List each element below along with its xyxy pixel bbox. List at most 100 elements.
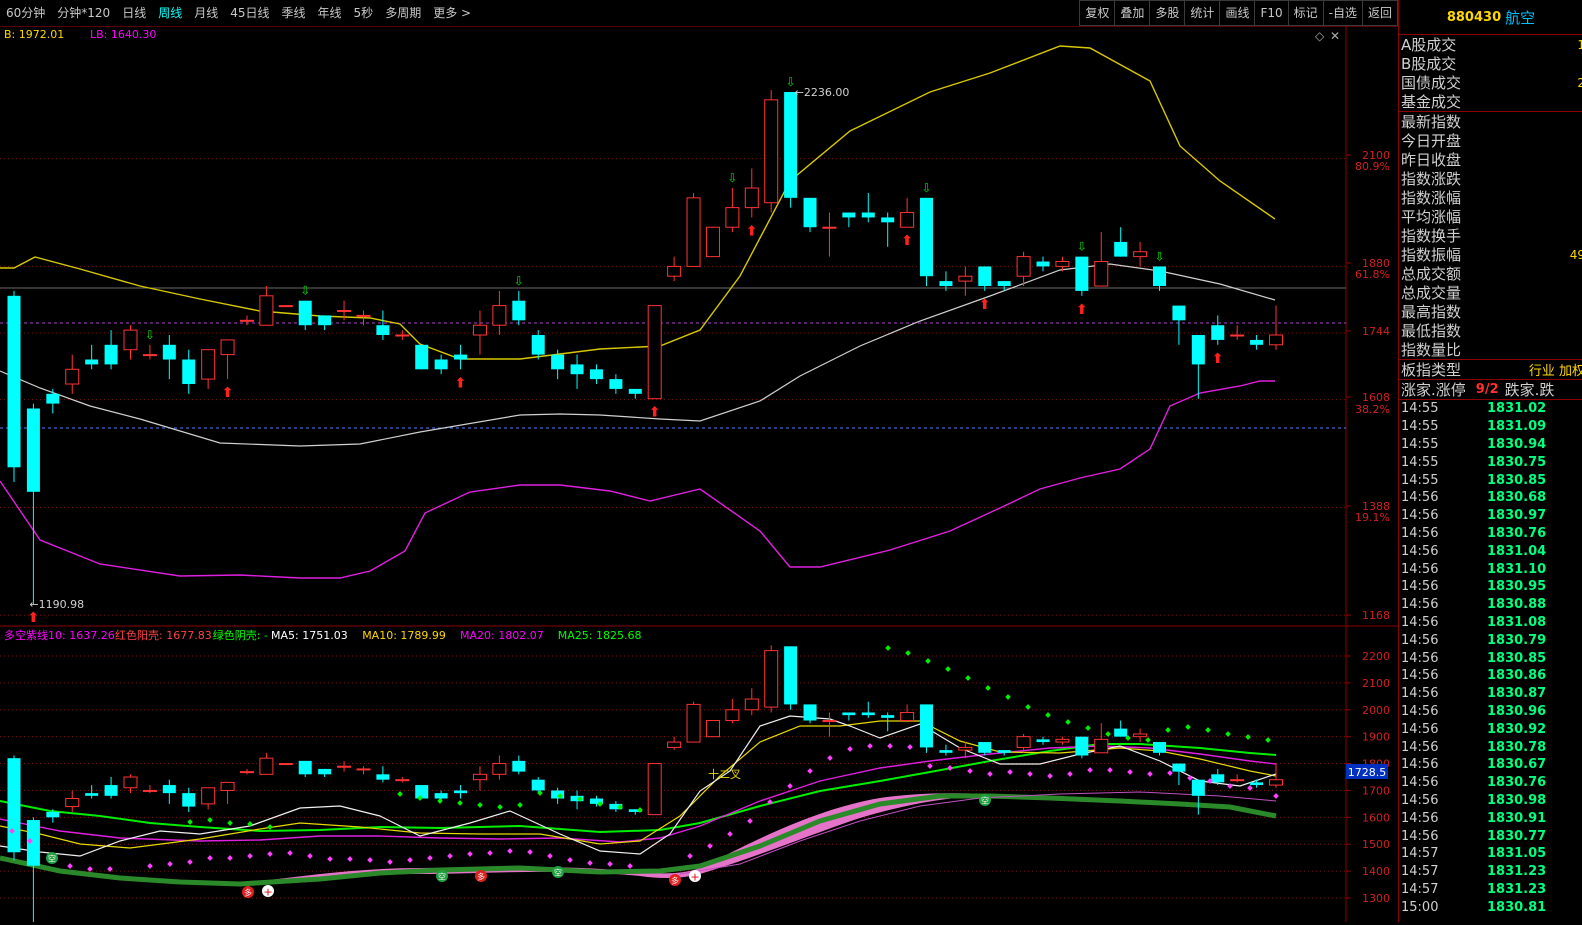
sub-legend-item: 多空紫线10: 1637.26: [4, 628, 115, 642]
kline-chart[interactable]: 21001880174416081388116880.9%61.8%38.2%1…: [0, 26, 1398, 925]
period-tab[interactable]: 5秒: [348, 0, 380, 26]
period-tab[interactable]: 更多 >: [427, 0, 477, 26]
period-tab[interactable]: 60分钟: [0, 0, 51, 26]
short-marker-icon-glyph: 空: [981, 796, 989, 806]
stat-row: 总成交量: [1399, 283, 1582, 302]
tick-time: 14:56: [1401, 828, 1439, 844]
sar-dot: [1047, 773, 1053, 779]
tick-price: 1830.77: [1487, 828, 1547, 844]
sub-candle-body: [939, 750, 953, 753]
tool-button[interactable]: 复权: [1079, 0, 1116, 26]
sub-axis-label: 2200: [1362, 650, 1390, 663]
sar-dot: [437, 798, 443, 804]
sub-candle-body: [667, 741, 682, 748]
price-axis-label: 1168: [1362, 609, 1390, 622]
tool-button[interactable]: 标记: [1287, 0, 1324, 26]
middle-band: [0, 263, 1276, 447]
tick-row: 14:55 1831.02: [1399, 400, 1582, 418]
buy-arrow-icon: ⬆: [649, 405, 661, 421]
tick-row: 14:56 1830.67: [1399, 756, 1582, 774]
candle-body: [744, 187, 759, 209]
sar-dot: [567, 857, 573, 863]
period-tab[interactable]: 多周期: [379, 0, 427, 26]
candle-body: [492, 305, 507, 326]
buy-arrow-icon: ⬆: [222, 385, 234, 401]
sub-axis-label: 1400: [1362, 865, 1390, 878]
candle-body: [939, 281, 953, 287]
sidebar-header[interactable]: 880430 航空: [1399, 0, 1582, 35]
candle-body: [1094, 261, 1109, 287]
tool-button[interactable]: 返回: [1361, 0, 1398, 26]
sub-candle-body: [531, 779, 545, 791]
candle-body: [920, 197, 934, 277]
long-marker-icon-glyph: 多: [244, 888, 252, 898]
tick-price: 1830.85: [1487, 472, 1547, 488]
candle-body: [822, 226, 837, 229]
stat-row: 总成交额: [1399, 264, 1582, 283]
tick-price: 1830.81: [1487, 899, 1547, 915]
stat-row: 指数换手: [1399, 226, 1582, 245]
tick-list[interactable]: 14:55 1831.02 14:55 1831.09 14:55 1830.94 14:5…: [1399, 400, 1582, 916]
chart-area[interactable]: 2100 1880 1744 1608 1388 1168 80.9% 61.8% 38.2% 1…: [0, 26, 1398, 925]
sub-candle-body: [744, 698, 759, 711]
sub-candle-body: [7, 758, 21, 853]
tool-button[interactable]: -自选: [1322, 0, 1363, 26]
tick-time: 14:55: [1401, 419, 1439, 435]
period-tab[interactable]: 年线: [312, 0, 348, 26]
period-tab[interactable]: 季线: [276, 0, 312, 26]
sub-candle-body: [395, 779, 410, 782]
sub-candle-body: [278, 763, 293, 766]
period-tab[interactable]: 月线: [188, 0, 224, 26]
long-marker-icon-glyph: 多: [671, 876, 679, 886]
tool-button[interactable]: F10: [1254, 0, 1289, 26]
tick-time: 14:57: [1401, 864, 1439, 880]
tick-price: 1831.08: [1487, 614, 1547, 630]
price-axis-label: 1744: [1362, 325, 1390, 338]
tick-row: 14:56 1830.79: [1399, 631, 1582, 649]
tick-row: 14:56 1830.97: [1399, 507, 1582, 525]
tick-time: 14:57: [1401, 881, 1439, 897]
sar-dot: [787, 783, 793, 789]
sub-legend-item: MA20: 1802.07: [460, 629, 544, 642]
period-tab[interactable]: 45日线: [224, 0, 275, 26]
stat-row: 最低指数: [1399, 321, 1582, 340]
tick-price: 1830.85: [1487, 650, 1547, 666]
candle-body: [259, 295, 274, 326]
tool-button[interactable]: 叠加: [1114, 0, 1151, 26]
sub-candle-body: [492, 763, 507, 775]
period-tab[interactable]: 周线: [152, 0, 188, 26]
sub-legend-item: 红色阳壳: 1677.83: [115, 628, 212, 642]
sar-dot: [945, 666, 951, 672]
sub-candle-body: [85, 793, 99, 796]
sar-dot: [1005, 694, 1011, 700]
candle-body: [997, 281, 1011, 287]
sub-candle-body: [920, 704, 934, 748]
period-tab[interactable]: 分钟*120: [51, 0, 116, 26]
sar-dot: [547, 853, 553, 859]
stat-value: 1: [1577, 37, 1582, 52]
high-marker: ←2236.00: [795, 86, 850, 99]
long-marker-icon-glyph: 多: [477, 872, 485, 882]
candle-body: [162, 344, 176, 360]
tool-button[interactable]: 统计: [1184, 0, 1221, 26]
tick-price: 1830.78: [1487, 739, 1547, 755]
sub-candle-body: [958, 746, 973, 751]
tick-time: 14:56: [1401, 490, 1439, 506]
tool-button[interactable]: 画线: [1219, 0, 1256, 26]
short-marker-icon-glyph: 空: [48, 854, 56, 864]
tick-price: 1830.98: [1487, 792, 1547, 808]
close-icon[interactable]: ✕: [1330, 29, 1340, 43]
diamond-icon[interactable]: ◇: [1315, 29, 1325, 43]
sub-axis-label: 2100: [1362, 677, 1390, 690]
sub-legend-item: MA25: 1825.68: [558, 629, 642, 642]
tool-button[interactable]: 多股: [1149, 0, 1186, 26]
candle-body: [201, 349, 216, 380]
legend-item: B: 1972.01: [4, 28, 64, 41]
period-tab[interactable]: 日线: [116, 0, 152, 26]
tick-price: 1830.79: [1487, 632, 1547, 648]
tick-row: 14:56 1830.92: [1399, 720, 1582, 738]
buy-arrow-icon: ⬆: [979, 297, 991, 313]
stat-row: 国债成交 2: [1399, 73, 1582, 92]
sar-dot: [925, 658, 931, 664]
sar-dot: [267, 851, 273, 857]
